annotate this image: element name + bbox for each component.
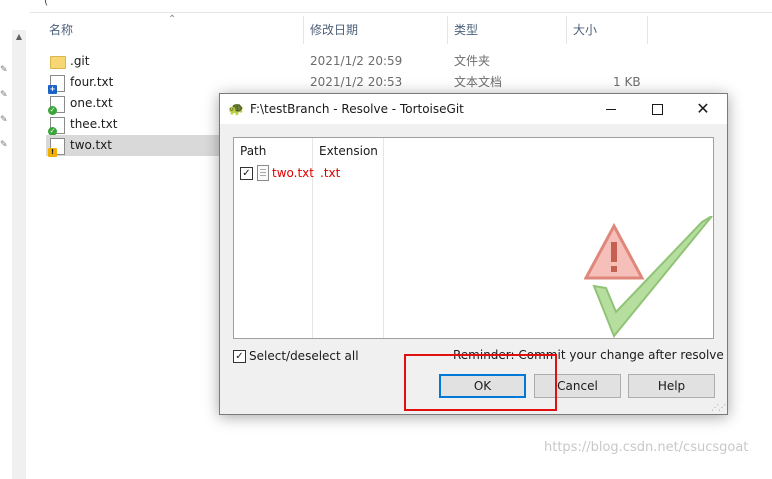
file-row-one[interactable]: ✓ one.txt (46, 93, 220, 115)
navigation-scrollbar[interactable]: ▲ (12, 30, 26, 479)
close-button[interactable]: ✕ (680, 94, 726, 124)
file-name: four.txt (70, 75, 114, 89)
file-row-thee[interactable]: ✓ thee.txt (46, 114, 220, 136)
conflict-overlay-icon: ! (48, 148, 57, 157)
explorer-top-strip: ( (0, 0, 772, 13)
select-all-label[interactable]: Select/deselect all (249, 349, 359, 363)
highlight-box (404, 354, 557, 411)
text-file-icon (257, 165, 269, 181)
pin-icon: ✎ (0, 140, 8, 150)
file-row-two[interactable]: ! two.txt (46, 135, 220, 157)
file-type: 文本文档 (454, 75, 503, 89)
text-file-icon: ! (48, 138, 65, 157)
column-divider[interactable] (566, 16, 567, 44)
select-all-checkbox[interactable]: ✓ (233, 350, 246, 363)
breadcrumb: ( (44, 0, 49, 7)
column-header-path[interactable]: Path (240, 144, 266, 158)
navigation-pane: ✎ ✎ ✎ ✎ ▲ (0, 12, 30, 479)
column-divider[interactable] (647, 16, 648, 44)
text-file-icon: + (48, 75, 65, 94)
watermark-text: https://blog.csdn.net/csucsgoat (544, 440, 749, 455)
row-extension: .txt (320, 166, 341, 180)
column-header-type[interactable]: 类型 (454, 14, 478, 44)
dialog-title: F:\testBranch - Resolve - TortoiseGit (250, 102, 464, 116)
text-file-icon: ✓ (48, 96, 65, 115)
dialog-titlebar[interactable]: 🐢 F:\testBranch - Resolve - TortoiseGit … (220, 94, 727, 124)
folder-icon (50, 56, 66, 69)
scroll-up-icon[interactable]: ▲ (12, 32, 26, 41)
row-path[interactable]: two.txt (272, 166, 314, 180)
maximize-button[interactable] (634, 94, 680, 124)
row-checkbox[interactable]: ✓ (240, 167, 253, 180)
text-file-icon: ✓ (48, 117, 65, 136)
minimize-icon (606, 108, 616, 110)
column-header-modified[interactable]: 修改日期 (310, 14, 358, 44)
file-name: thee.txt (70, 117, 118, 131)
pin-icon: ✎ (0, 90, 8, 100)
maximize-icon (651, 103, 663, 115)
pin-icon: ✎ (0, 115, 8, 125)
file-name: two.txt (70, 138, 112, 152)
resize-grip-icon[interactable]: ⋰⋰ (711, 403, 726, 412)
column-header-extension[interactable]: Extension (319, 144, 378, 158)
file-modified: 2021/1/2 20:59 (310, 54, 403, 68)
file-size: 1 KB (613, 75, 641, 89)
column-header-name[interactable]: 名称 (49, 14, 73, 44)
file-name: .git (70, 54, 90, 68)
column-header-size[interactable]: 大小 (573, 14, 597, 44)
file-name: one.txt (70, 96, 113, 110)
tortoisegit-icon: 🐢 (228, 102, 245, 117)
pin-icon: ✎ (0, 65, 8, 75)
file-modified: 2021/1/2 20:53 (310, 75, 403, 89)
file-row-git[interactable]: .git (46, 51, 220, 72)
minimize-button[interactable] (588, 94, 634, 124)
file-row-four[interactable]: + four.txt (46, 72, 220, 94)
file-type: 文件夹 (454, 54, 491, 68)
resolved-logo-icon (584, 216, 713, 338)
close-icon: ✕ (696, 99, 710, 118)
column-divider[interactable] (303, 16, 304, 44)
column-divider[interactable] (383, 138, 384, 338)
help-button[interactable]: Help (628, 374, 715, 398)
column-divider[interactable] (447, 16, 448, 44)
sort-ascending-icon: ⌃ (168, 14, 177, 25)
